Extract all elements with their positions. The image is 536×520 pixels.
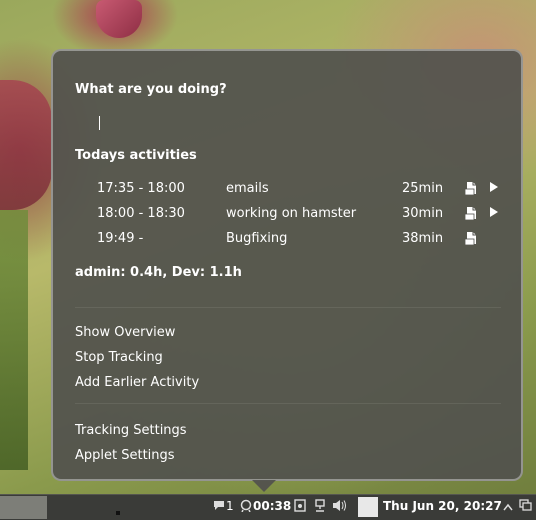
- text-caret: [99, 116, 100, 130]
- activity-row: 17:35 - 18:00 emails 25min: [97, 181, 507, 201]
- chevron-up-icon[interactable]: [503, 500, 513, 514]
- play-icon[interactable]: [489, 181, 499, 196]
- chat-count: 1: [226, 499, 234, 513]
- clipboard-icon[interactable]: [294, 499, 306, 515]
- activities-heading: Todays activities: [75, 148, 197, 163]
- wallpaper-stem: [0, 210, 28, 470]
- edit-icon[interactable]: [465, 181, 479, 195]
- tracking-settings-item[interactable]: Tracking Settings: [75, 423, 187, 438]
- network-icon[interactable]: [314, 499, 326, 515]
- activity-name: Bugfixing: [226, 231, 288, 246]
- volume-icon[interactable]: [332, 499, 346, 515]
- activity-name: working on hamster: [226, 206, 357, 221]
- applet-settings-item[interactable]: Applet Settings: [75, 448, 175, 463]
- activity-input-area[interactable]: [75, 109, 523, 137]
- edit-icon[interactable]: [465, 206, 479, 220]
- activity-time: 19:49 -: [97, 231, 144, 246]
- popup-pointer: [252, 480, 276, 492]
- hamster-applet-popup: What are you doing? Todays activities 17…: [51, 49, 523, 481]
- separator: [75, 403, 501, 404]
- activity-time: 18:00 - 18:30: [97, 206, 185, 221]
- activity-duration: 25min: [402, 181, 444, 196]
- hamster-icon[interactable]: [240, 499, 252, 515]
- tracking-timer[interactable]: 00:38: [253, 499, 291, 515]
- activity-duration: 38min: [402, 231, 444, 246]
- workspace-switcher[interactable]: [358, 497, 378, 517]
- add-earlier-activity-item[interactable]: Add Earlier Activity: [75, 375, 199, 390]
- activity-time: 17:35 - 18:00: [97, 181, 185, 196]
- activity-name: emails: [226, 181, 269, 196]
- question-label: What are you doing?: [75, 82, 227, 97]
- window-list-button[interactable]: [0, 496, 47, 519]
- category-totals: admin: 0.4h, Dev: 1.1h: [75, 265, 242, 280]
- clock[interactable]: Thu Jun 20, 20:27: [383, 499, 502, 513]
- activity-row: 19:49 - Bugfixing 38min: [97, 231, 507, 251]
- activity-duration: 30min: [402, 206, 444, 221]
- activity-input[interactable]: [75, 109, 523, 137]
- stop-tracking-item[interactable]: Stop Tracking: [75, 350, 163, 365]
- show-overview-item[interactable]: Show Overview: [75, 325, 175, 340]
- mouse-cursor: [116, 511, 120, 515]
- play-icon[interactable]: [489, 206, 499, 221]
- separator: [75, 307, 501, 308]
- window-list-icon[interactable]: [519, 499, 532, 514]
- bottom-panel: 1 00:38 Thu Jun 20, 20:27: [0, 494, 536, 520]
- activity-row: 18:00 - 18:30 working on hamster 30min: [97, 206, 507, 226]
- edit-icon[interactable]: [465, 231, 479, 245]
- chat-icon[interactable]: [213, 500, 225, 514]
- wallpaper-leaf: [0, 80, 52, 210]
